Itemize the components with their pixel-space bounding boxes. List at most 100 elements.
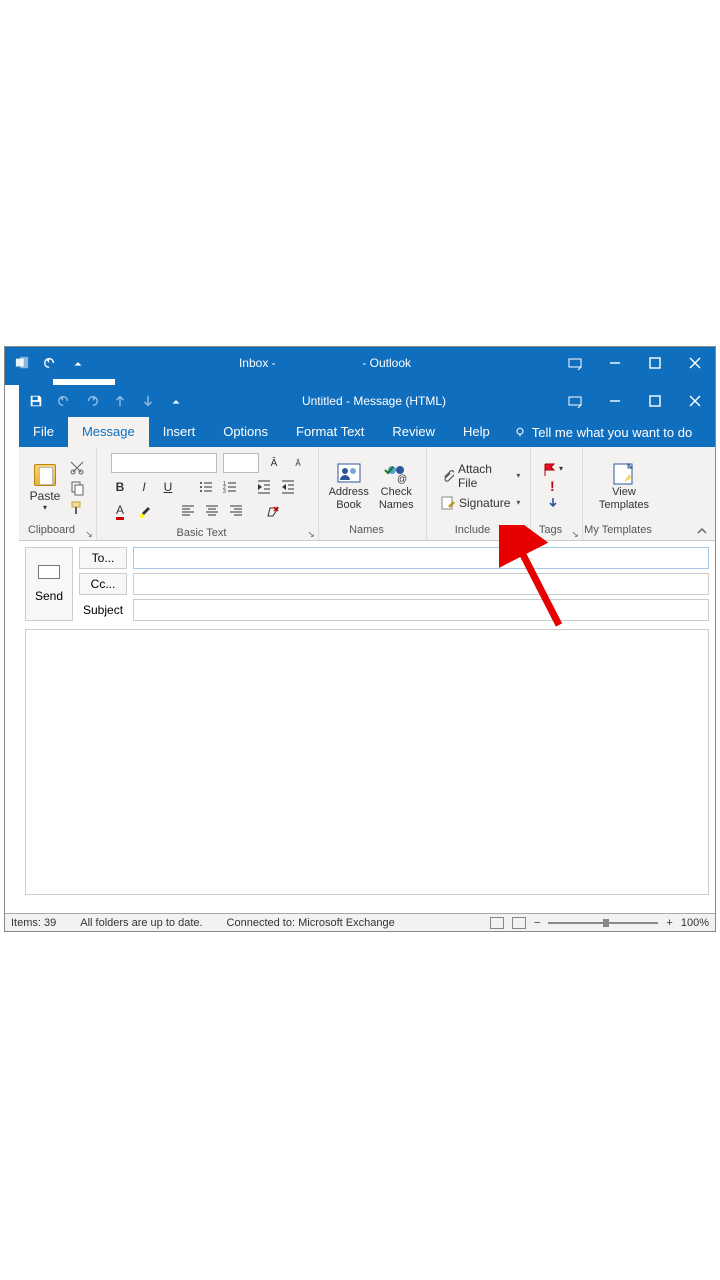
align-right-icon[interactable] [227, 502, 245, 520]
compose-window-titlebar: Untitled - Message (HTML) [19, 385, 715, 417]
zoom-in-button[interactable]: + [666, 917, 672, 929]
outlook-app-icon [15, 356, 29, 370]
svg-text:!: ! [550, 479, 555, 493]
zoom-slider[interactable] [548, 922, 658, 924]
increase-indent-icon[interactable] [279, 478, 297, 496]
status-bar: Items: 39 All folders are up to date. Co… [5, 913, 715, 931]
tab-help[interactable]: Help [449, 417, 504, 447]
subject-field[interactable] [133, 599, 709, 621]
maximize-button[interactable] [635, 385, 675, 417]
send-label: Send [35, 589, 63, 603]
tab-review[interactable]: Review [378, 417, 449, 447]
tab-format-text[interactable]: Format Text [282, 417, 378, 447]
svg-text:3: 3 [223, 489, 226, 494]
signature-label: Signature [459, 496, 510, 510]
font-name-combo[interactable] [111, 453, 217, 473]
cc-field[interactable] [133, 573, 709, 595]
align-left-icon[interactable] [179, 502, 197, 520]
tell-me-label: Tell me what you want to do [532, 425, 692, 440]
clear-formatting-icon[interactable] [263, 502, 281, 520]
ribbon: Paste ▾ Clipboard ↘ [19, 447, 715, 541]
close-button[interactable] [675, 347, 715, 379]
cut-icon[interactable] [69, 460, 85, 476]
arrow-up-icon[interactable] [113, 394, 127, 408]
ribbon-display-options-icon[interactable] [555, 394, 595, 408]
zoom-out-button[interactable]: − [534, 917, 540, 929]
check-names-button[interactable]: @ Check Names [373, 460, 421, 512]
underline-button[interactable]: U [159, 478, 177, 496]
collapse-ribbon-icon[interactable] [695, 524, 709, 538]
attach-file-button[interactable]: Attach File ▾ [441, 462, 520, 490]
minimize-button[interactable] [595, 347, 635, 379]
low-importance-button[interactable] [546, 496, 560, 510]
format-painter-icon[interactable] [69, 500, 85, 516]
check-names-label: Check Names [379, 486, 414, 512]
undo-icon[interactable] [57, 394, 71, 408]
font-size-combo[interactable] [223, 453, 259, 473]
bullets-icon[interactable] [197, 478, 215, 496]
numbering-icon[interactable]: 123 [221, 478, 239, 496]
group-clipboard-label: Clipboard [28, 524, 75, 536]
view-templates-label: View Templates [599, 486, 649, 512]
paste-label: Paste [30, 489, 61, 503]
qat-customize-icon[interactable] [169, 394, 183, 408]
to-field[interactable] [133, 547, 709, 569]
bold-button[interactable]: B [111, 478, 129, 496]
tab-insert[interactable]: Insert [149, 417, 210, 447]
status-connection: Connected to: Microsoft Exchange [227, 917, 395, 929]
zoom-level[interactable]: 100% [681, 917, 709, 929]
redo-icon[interactable] [85, 394, 99, 408]
high-importance-button[interactable]: ! [546, 479, 560, 493]
shrink-font-icon[interactable]: Â [289, 454, 307, 472]
minimize-button[interactable] [595, 385, 635, 417]
maximize-button[interactable] [635, 347, 675, 379]
follow-up-button[interactable]: ▾ [543, 462, 563, 476]
svg-text:@: @ [397, 474, 407, 484]
group-names: Address Book @ Check Names Names [319, 447, 427, 540]
compose-title: Untitled - Message (HTML) [193, 394, 555, 408]
message-body[interactable] [25, 629, 709, 895]
address-book-label: Address Book [329, 486, 369, 512]
view-normal-icon[interactable] [490, 917, 504, 929]
tab-file[interactable]: File [19, 417, 68, 447]
align-center-icon[interactable] [203, 502, 221, 520]
chevron-down-icon: ▾ [516, 498, 520, 507]
qat-customize-icon[interactable] [71, 356, 85, 370]
italic-button[interactable]: I [135, 478, 153, 496]
tab-message[interactable]: Message [68, 417, 149, 447]
ribbon-tabs: File Message Insert Options Format Text … [19, 417, 715, 447]
group-my-templates: View Templates My Templates [583, 447, 665, 540]
main-title-left: Inbox - [239, 356, 276, 370]
signature-button[interactable]: Signature ▾ [441, 496, 520, 510]
undo-icon[interactable] [43, 356, 57, 370]
dialog-launcher-icon[interactable]: ↘ [84, 529, 94, 539]
arrow-down-icon[interactable] [141, 394, 155, 408]
cc-button[interactable]: Cc... [79, 573, 127, 595]
decrease-indent-icon[interactable] [255, 478, 273, 496]
close-button[interactable] [675, 385, 715, 417]
highlight-icon[interactable] [135, 502, 153, 520]
main-window-titlebar: Inbox - - Outlook [5, 347, 715, 379]
paste-button[interactable]: Paste ▾ [25, 460, 65, 512]
clipboard-icon [34, 464, 56, 486]
font-color-icon[interactable]: A [111, 502, 129, 520]
dialog-launcher-icon[interactable]: ↘ [306, 529, 316, 539]
ribbon-display-options-icon[interactable] [555, 356, 595, 370]
address-book-button[interactable]: Address Book [325, 460, 373, 512]
dialog-launcher-icon[interactable]: ↘ [570, 529, 580, 539]
view-templates-button[interactable]: View Templates [591, 460, 657, 512]
to-button[interactable]: To... [79, 547, 127, 569]
tell-me-search[interactable]: Tell me what you want to do [504, 425, 702, 440]
group-include: Attach File ▾ Signature ▾ Include [427, 447, 531, 540]
view-reading-icon[interactable] [512, 917, 526, 929]
send-button[interactable]: Send [25, 547, 73, 621]
envelope-icon [38, 565, 60, 579]
copy-icon[interactable] [69, 480, 85, 496]
attach-file-label: Attach File [458, 462, 510, 490]
compose-header: Send To... Cc... Subject [19, 541, 715, 627]
grow-font-icon[interactable]: Â [265, 454, 283, 472]
group-names-label: Names [319, 524, 426, 540]
save-icon[interactable] [29, 394, 43, 408]
status-items: Items: 39 [11, 917, 56, 929]
tab-options[interactable]: Options [209, 417, 282, 447]
